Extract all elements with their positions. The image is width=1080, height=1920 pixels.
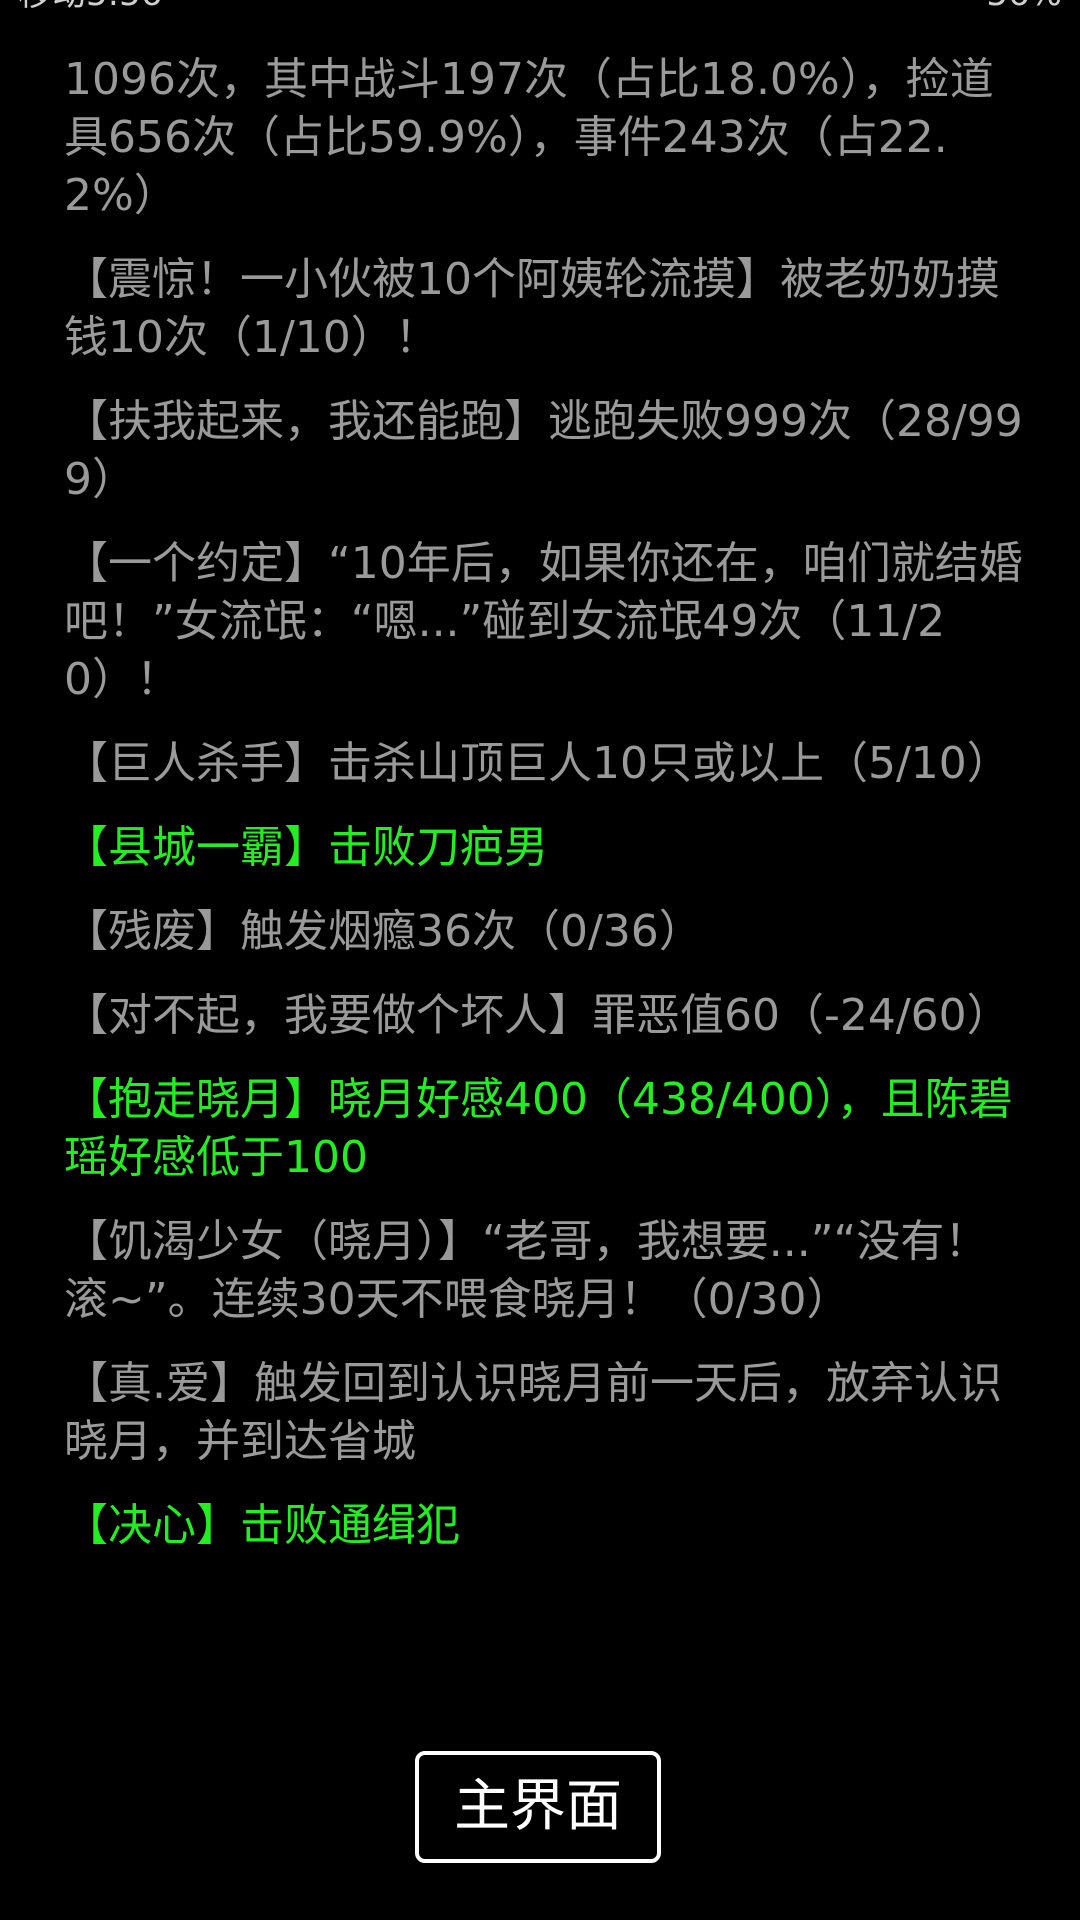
achievement-item: 【真.爱】触发回到认识晓月前一天后，放弃认识晓月，并到达省城 (64, 1358, 1002, 1467)
achievement-item: 【扶我起来，我还能跑】逃跑失败999次（28/999） (64, 396, 1023, 505)
main-menu-button[interactable]: 主界面 (415, 1751, 661, 1863)
stats-summary: 1096次，其中战斗197次（占比18.0%），捡道具656次（占比59.9%）… (64, 54, 994, 221)
achievement-item: 【巨人杀手】击杀山顶巨人10只或以上（5/10） (64, 738, 1011, 789)
achievement-item: 【对不起，我要做个坏人】罪恶值60（-24/60） (64, 990, 1011, 1041)
status-bar: 移动5:56 56% (0, 0, 1080, 30)
achievement-item: 【震惊！一小伙被10个阿姨轮流摸】被老奶奶摸钱10次（1/10）！ (64, 254, 1000, 363)
status-carrier-time: 移动5:56 (18, 0, 162, 14)
status-battery: 56% (986, 0, 1062, 14)
achievement-item: 【县城一霸】击败刀疤男 (64, 822, 548, 873)
achievement-list: 1096次，其中战斗197次（占比18.0%），捡道具656次（占比59.9%）… (64, 51, 1024, 1581)
achievement-item: 【残废】触发烟瘾36次（0/36） (64, 906, 703, 957)
achievement-item: 【一个约定】“10年后，如果你还在，咱们就结婚吧！”女流氓：“嗯...”碰到女流… (64, 538, 1023, 705)
achievement-item: 【决心】击败通缉犯 (64, 1500, 460, 1551)
achievement-item: 【抱走晓月】晓月好感400（438/400），且陈碧瑶好感低于100 (64, 1074, 1013, 1183)
achievement-item: 【饥渴少女（晓月）】“老哥，我想要...”“没有！滚~”。连续30天不喂食晓月！… (64, 1216, 989, 1325)
